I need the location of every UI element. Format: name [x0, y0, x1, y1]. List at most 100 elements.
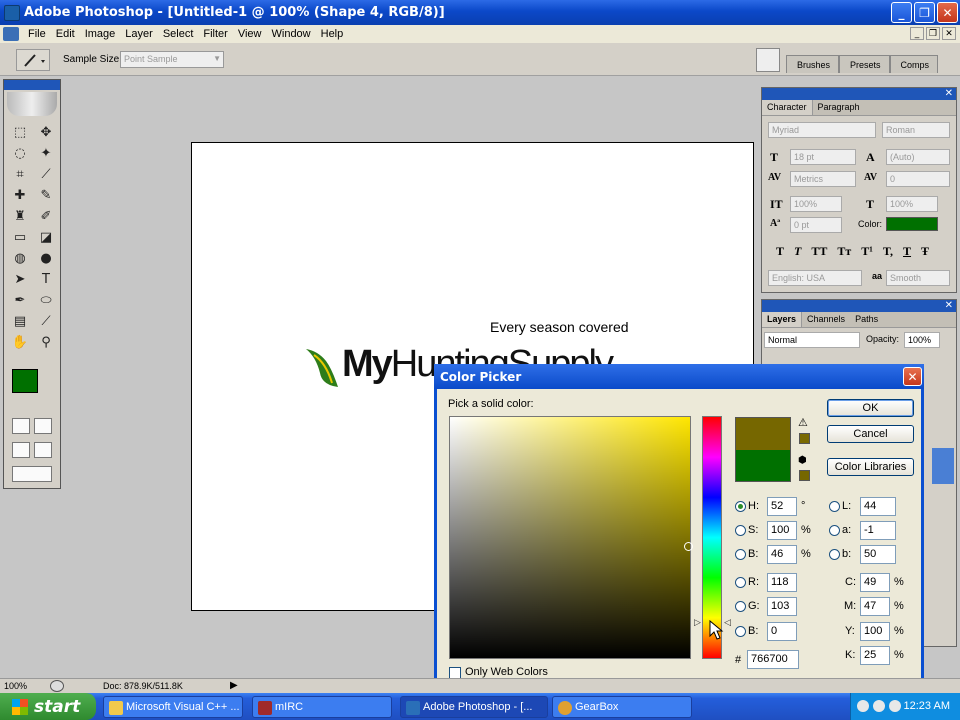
ok-button[interactable]: OK: [827, 399, 914, 417]
hue-slider-arrow-left-icon[interactable]: ▷: [694, 618, 701, 628]
opacity-field[interactable]: 100%: [904, 332, 940, 348]
horizontal-scale-field[interactable]: 100%: [886, 196, 938, 212]
tab-paragraph[interactable]: Paragraph: [813, 100, 865, 115]
color-field-cursor[interactable]: [684, 542, 693, 551]
saturation-field[interactable]: 100: [767, 521, 797, 540]
menu-edit[interactable]: Edit: [51, 28, 80, 40]
font-family-select[interactable]: Myriad: [768, 122, 876, 138]
current-color-swatch[interactable]: [735, 450, 791, 482]
panel-close-icon[interactable]: ✕: [945, 88, 953, 100]
vertical-scale-field[interactable]: 100%: [790, 196, 842, 212]
gamut-warning-icon[interactable]: ⚠: [798, 416, 808, 429]
yellow-field[interactable]: 100: [860, 622, 890, 641]
close-button[interactable]: ✕: [937, 2, 958, 23]
type-tool-icon[interactable]: T: [34, 269, 58, 289]
menu-filter[interactable]: Filter: [198, 28, 232, 40]
strikethrough-button[interactable]: Ŧ: [921, 244, 929, 259]
standard-mode-icon[interactable]: [12, 418, 30, 434]
red-radio[interactable]: [735, 577, 746, 588]
hue-radio[interactable]: [735, 501, 746, 512]
language-select[interactable]: English: USA: [768, 270, 862, 286]
lab-l-radio[interactable]: [829, 501, 840, 512]
menu-image[interactable]: Image: [80, 28, 121, 40]
task-gearbox[interactable]: GearBox: [552, 696, 692, 718]
doc-minimize-button[interactable]: _: [910, 27, 924, 40]
saturation-radio[interactable]: [735, 525, 746, 536]
hex-field[interactable]: 766700: [747, 650, 799, 669]
zoom-level[interactable]: 100%: [4, 681, 27, 691]
font-size-select[interactable]: 18 pt: [790, 149, 856, 165]
brightness-field[interactable]: 46: [767, 545, 797, 564]
foreground-color-swatch[interactable]: [12, 369, 38, 393]
lasso-tool-icon[interactable]: ◌: [8, 143, 32, 163]
crop-tool-icon[interactable]: ⌗: [8, 164, 32, 184]
shape-tool-icon[interactable]: ⬭: [34, 290, 58, 310]
paint-bucket-tool-icon[interactable]: ◪: [34, 227, 58, 247]
web-safe-cube-icon[interactable]: ⬢: [798, 455, 807, 466]
well-tab-presets[interactable]: Presets: [839, 55, 890, 73]
tab-paths[interactable]: Paths: [850, 312, 883, 327]
path-selection-tool-icon[interactable]: ➤: [8, 269, 32, 289]
character-panel-titlebar[interactable]: ✕: [762, 88, 956, 100]
red-field[interactable]: 118: [767, 573, 797, 592]
faux-bold-button[interactable]: T: [776, 244, 784, 259]
tab-layers[interactable]: Layers: [762, 312, 803, 327]
eyedropper-tool-icon[interactable]: ⟋: [34, 311, 58, 331]
text-color-swatch[interactable]: [886, 217, 938, 231]
zoom-tool-icon[interactable]: ⚲: [34, 332, 58, 352]
hue-field[interactable]: 52: [767, 497, 797, 516]
baseline-shift-field[interactable]: 0 pt: [790, 217, 842, 233]
font-style-select[interactable]: Roman: [882, 122, 950, 138]
subscript-button[interactable]: T,: [883, 244, 893, 259]
underline-button[interactable]: T: [903, 244, 911, 259]
maximize-button[interactable]: ❐: [914, 2, 935, 23]
green-field[interactable]: 103: [767, 597, 797, 616]
marquee-tool-icon[interactable]: ⬚: [8, 122, 32, 142]
dialog-close-button[interactable]: ✕: [903, 367, 922, 386]
task-mirc[interactable]: mIRC: [252, 696, 392, 718]
hand-tool-icon[interactable]: ✋: [8, 332, 32, 352]
small-caps-button[interactable]: Tт: [837, 244, 851, 259]
layers-panel-titlebar[interactable]: ✕: [762, 300, 956, 312]
pen-tool-icon[interactable]: ✒: [8, 290, 32, 310]
healing-brush-tool-icon[interactable]: ✚: [8, 185, 32, 205]
color-field[interactable]: [449, 416, 691, 659]
menu-select[interactable]: Select: [158, 28, 199, 40]
blend-mode-select[interactable]: Normal: [764, 332, 860, 348]
tray-chevron-icon[interactable]: [857, 700, 869, 712]
doc-restore-button[interactable]: ❐: [926, 27, 940, 40]
status-info-icon[interactable]: [50, 680, 64, 692]
hue-slider-arrow-right-icon[interactable]: ◁: [724, 618, 731, 628]
antialias-select[interactable]: Smooth: [886, 270, 950, 286]
blur-tool-icon[interactable]: ◍: [8, 248, 32, 268]
start-button[interactable]: start: [0, 693, 96, 720]
notes-tool-icon[interactable]: ▤: [8, 311, 32, 331]
panel-close-icon[interactable]: ✕: [945, 300, 953, 312]
well-tab-comps[interactable]: Comps: [889, 55, 939, 73]
doc-close-button[interactable]: ✕: [942, 27, 956, 40]
color-libraries-button[interactable]: Color Libraries: [827, 458, 914, 476]
minimize-button[interactable]: _: [891, 2, 912, 23]
tray-volume-icon[interactable]: [889, 700, 901, 712]
menu-view[interactable]: View: [233, 28, 267, 40]
faux-italic-button[interactable]: T: [794, 244, 801, 259]
lab-b-radio[interactable]: [829, 549, 840, 560]
photoshop-app-icon[interactable]: [4, 4, 20, 21]
quick-mask-mode-icon[interactable]: [34, 418, 52, 434]
tool-preset-picker[interactable]: [16, 49, 50, 71]
eraser-tool-icon[interactable]: ▭: [8, 227, 32, 247]
superscript-button[interactable]: T¹: [861, 244, 873, 259]
green-radio[interactable]: [735, 601, 746, 612]
status-menu-arrow-icon[interactable]: ▶: [230, 680, 238, 691]
leading-select[interactable]: (Auto): [886, 149, 950, 165]
lab-a-field[interactable]: -1: [860, 521, 896, 540]
kerning-select[interactable]: Metrics: [790, 171, 856, 187]
lab-l-field[interactable]: 44: [860, 497, 896, 516]
blue-field[interactable]: 0: [767, 622, 797, 641]
layer-row-selected[interactable]: [932, 448, 954, 484]
menu-help[interactable]: Help: [316, 28, 349, 40]
all-caps-button[interactable]: TT: [811, 244, 827, 259]
sample-size-select[interactable]: Point Sample ▼: [120, 51, 224, 68]
menu-file[interactable]: File: [23, 28, 51, 40]
lab-b-field[interactable]: 50: [860, 545, 896, 564]
